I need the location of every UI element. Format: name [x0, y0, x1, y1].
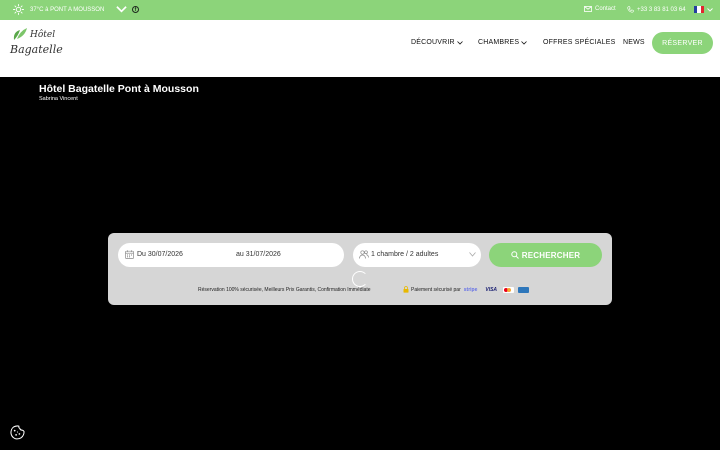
- logo-text-bagatelle: Bagatelle: [10, 43, 63, 56]
- chevron-down-icon: [116, 6, 127, 13]
- payment-text: Paiement sécurisé par: [411, 286, 461, 293]
- hero-subtitle: Sabrina Vincent: [39, 96, 78, 102]
- weather-text: 37°C à PONT A MOUSSON: [30, 6, 105, 13]
- cookie-settings-icon[interactable]: [10, 425, 25, 440]
- search-icon: [511, 251, 519, 259]
- chevron-down-icon: [521, 40, 528, 45]
- mail-icon: [584, 6, 592, 12]
- calendar-icon: [125, 250, 134, 259]
- booking-panel: Du 30/07/2026 au 31/07/2026 1 chambre / …: [108, 233, 612, 305]
- phone-number: +33 3 83 81 03 64: [637, 6, 686, 13]
- lock-icon: [403, 286, 409, 293]
- chevron-down-icon: [469, 252, 476, 257]
- chevron-down-icon: [707, 7, 713, 12]
- secure-payment-info: Paiement sécurisé par stripe VISA: [403, 286, 530, 293]
- top-bar: 37°C à PONT A MOUSSON f Contact +33 3 83…: [0, 0, 720, 20]
- logo-text-hotel: Hôtel: [30, 30, 56, 40]
- main-header: Hôtel Bagatelle DÉCOUVRIR CHAMBRES OFFRE…: [0, 20, 720, 77]
- secure-booking-text: Réservation 100% sécurisée, Meilleurs Pr…: [198, 287, 371, 293]
- search-label: RECHERCHER: [521, 250, 581, 260]
- loading-spinner: [352, 271, 368, 287]
- mastercard-icon: [503, 286, 515, 293]
- language-selector[interactable]: [694, 6, 713, 13]
- date-to: au 31/07/2026: [236, 251, 281, 258]
- guests-text: 1 chambre / 2 adultes: [371, 251, 439, 258]
- visa-card-icon: VISA: [485, 286, 498, 293]
- hotel-logo[interactable]: Hôtel Bagatelle: [9, 26, 63, 64]
- nav-news[interactable]: NEWS: [623, 39, 645, 46]
- contact-label: Contact: [595, 6, 616, 12]
- nav-rooms[interactable]: CHAMBRES: [478, 39, 528, 46]
- contact-link[interactable]: Contact: [584, 6, 616, 12]
- leaf-icon: [13, 28, 27, 40]
- nav-rooms-label: CHAMBRES: [478, 39, 520, 46]
- guests-selector[interactable]: 1 chambre / 2 adultes: [353, 243, 481, 267]
- nav-discover[interactable]: DÉCOUVRIR: [411, 39, 463, 46]
- phone-link[interactable]: +33 3 83 81 03 64: [627, 6, 686, 13]
- nav-news-label: NEWS: [623, 39, 645, 46]
- france-flag-icon: [694, 6, 704, 13]
- date-range-picker[interactable]: Du 30/07/2026 au 31/07/2026: [118, 243, 344, 267]
- nav-offers-label: OFFRES SPÉCIALES: [543, 39, 616, 46]
- phone-icon: [627, 6, 634, 13]
- stripe-logo: stripe: [463, 286, 478, 293]
- date-from: Du 30/07/2026: [137, 251, 183, 258]
- nav-offers[interactable]: OFFRES SPÉCIALES: [543, 39, 615, 46]
- sun-icon: [13, 4, 24, 15]
- weather-selector[interactable]: 37°C à PONT A MOUSSON: [13, 4, 127, 15]
- reserve-button[interactable]: RÉSERVER: [652, 32, 713, 54]
- nav-discover-label: DÉCOUVRIR: [411, 39, 455, 46]
- users-icon: [359, 250, 369, 259]
- search-button[interactable]: RECHERCHER: [489, 243, 602, 267]
- chevron-down-icon: [457, 40, 463, 45]
- amex-card-icon: [518, 286, 530, 293]
- hero-title: Hôtel Bagatelle Pont à Mousson: [39, 83, 199, 95]
- facebook-icon[interactable]: f: [132, 6, 139, 13]
